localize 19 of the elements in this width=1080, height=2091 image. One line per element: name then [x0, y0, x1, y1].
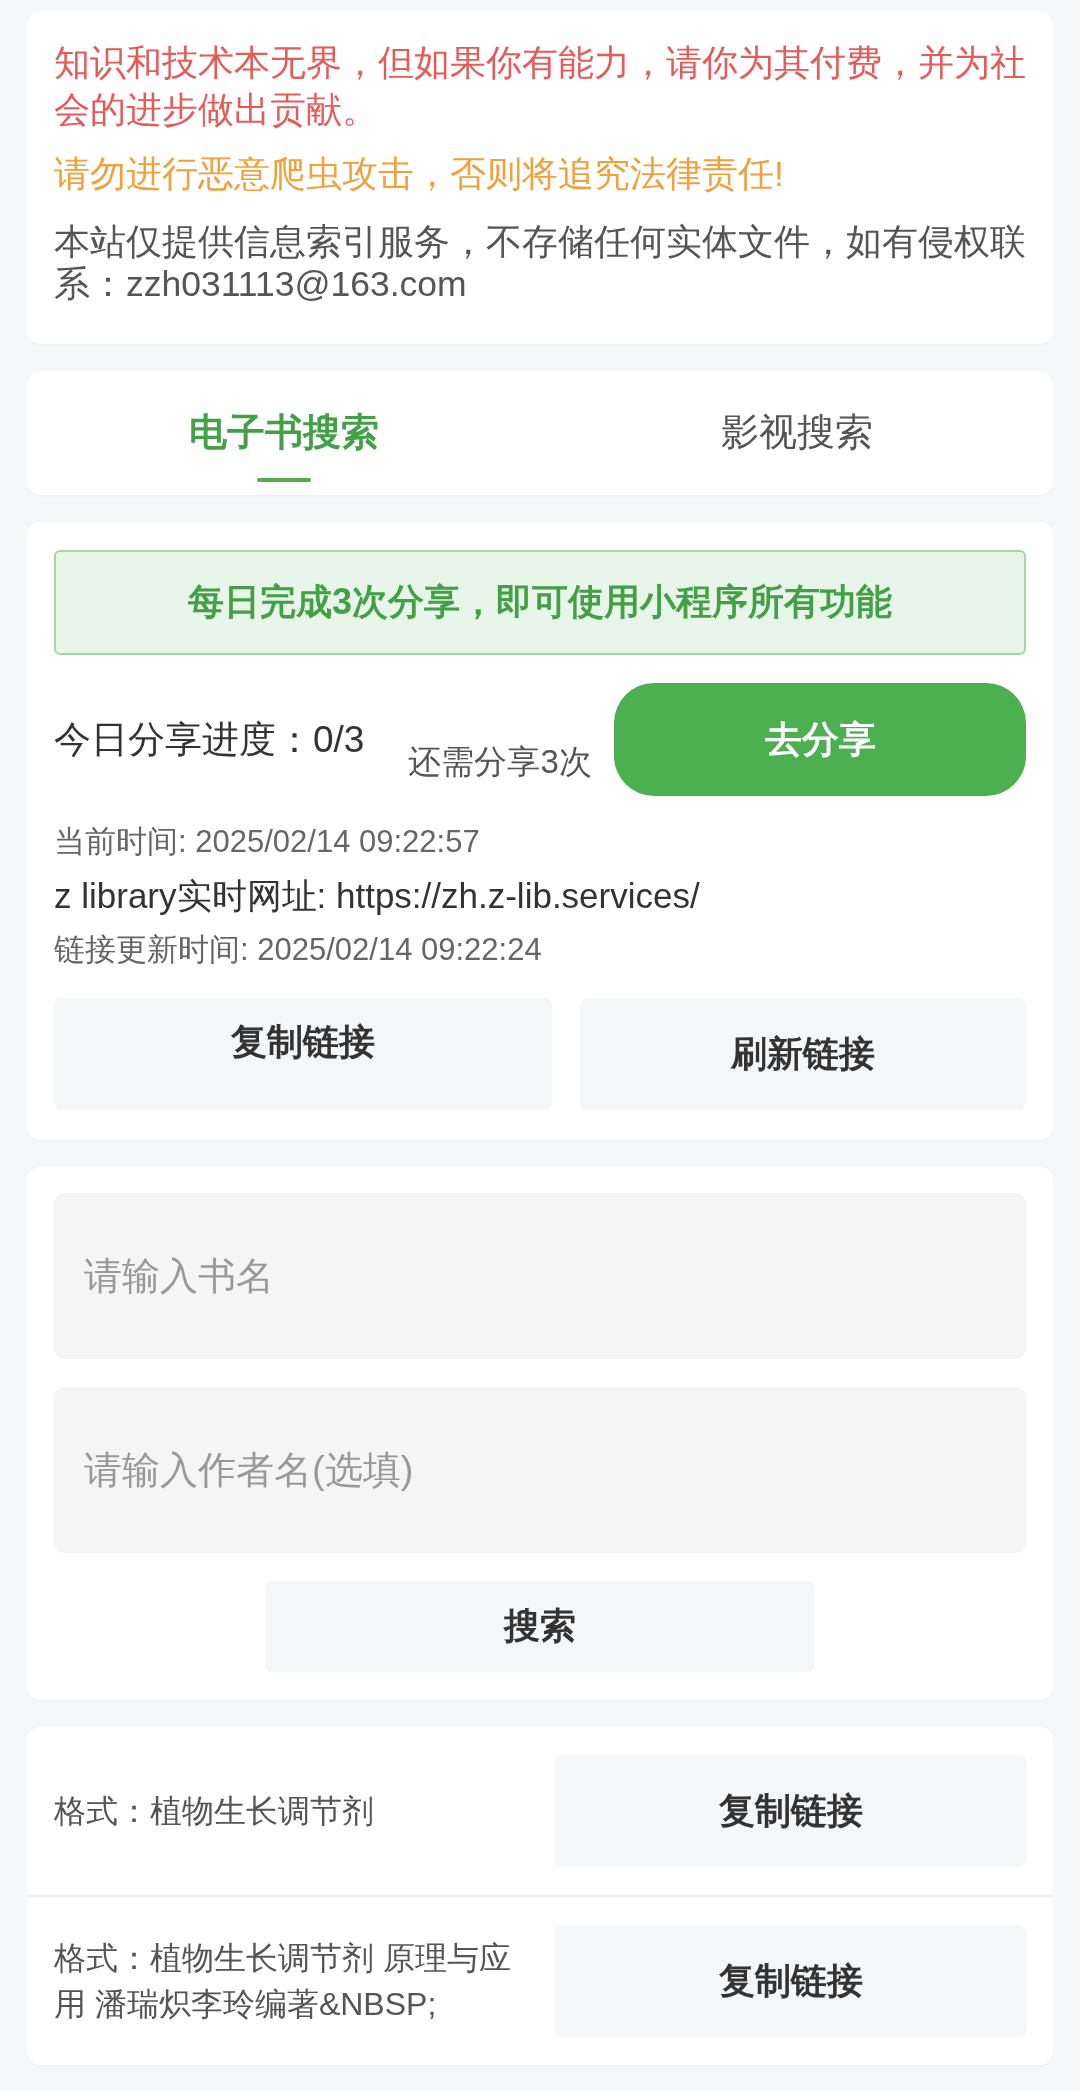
link-updated-text: 链接更新时间: 2025/02/14 09:22:24	[54, 931, 543, 969]
copy-link-button[interactable]: 复制链接	[54, 998, 552, 1110]
format-text: 格式：植物生长调节剂	[54, 1792, 375, 1831]
format-text: 格式：植物生长调节剂 原理与应用 潘瑞炽李玲编著&NBSP;	[54, 1939, 512, 2024]
live-url-text: z library实时网址: https://zh.z-lib.services/	[54, 875, 701, 917]
author-field[interactable]: 请输入作者名(选填)	[54, 1387, 1026, 1553]
disclaimer-text: 本站仅提供信息索引服务，不存储任何实体文件，如有侵权联系：zzh031113@163.com	[54, 221, 1026, 305]
search-button[interactable]: 搜索	[265, 1581, 815, 1672]
copy-link-button[interactable]: 复制链接	[555, 1925, 1027, 2037]
refresh-link-button[interactable]: 刷新链接	[580, 998, 1026, 1110]
progress-label: 今日分享进度：0/3	[54, 717, 365, 762]
share-banner: 每日完成3次分享，即可使用小程序所有功能	[54, 550, 1026, 655]
book-title-field[interactable]: 请输入书名	[54, 1193, 1026, 1359]
remaining-shares-text: 还需分享3次	[408, 741, 592, 782]
support-message: 知识和技术本无界，但如果你有能力，请你为其付费，并为社会的进步做出贡献。	[54, 42, 1026, 132]
copy-link-button[interactable]: 复制链接	[555, 1755, 1027, 1867]
current-time-text: 当前时间: 2025/02/14 09:22:57	[54, 823, 481, 861]
warning-message: 请勿进行恶意爬虫攻击，否则将追究法律责任!	[54, 153, 785, 196]
tab[interactable]: 影视搜索	[540, 371, 1053, 495]
